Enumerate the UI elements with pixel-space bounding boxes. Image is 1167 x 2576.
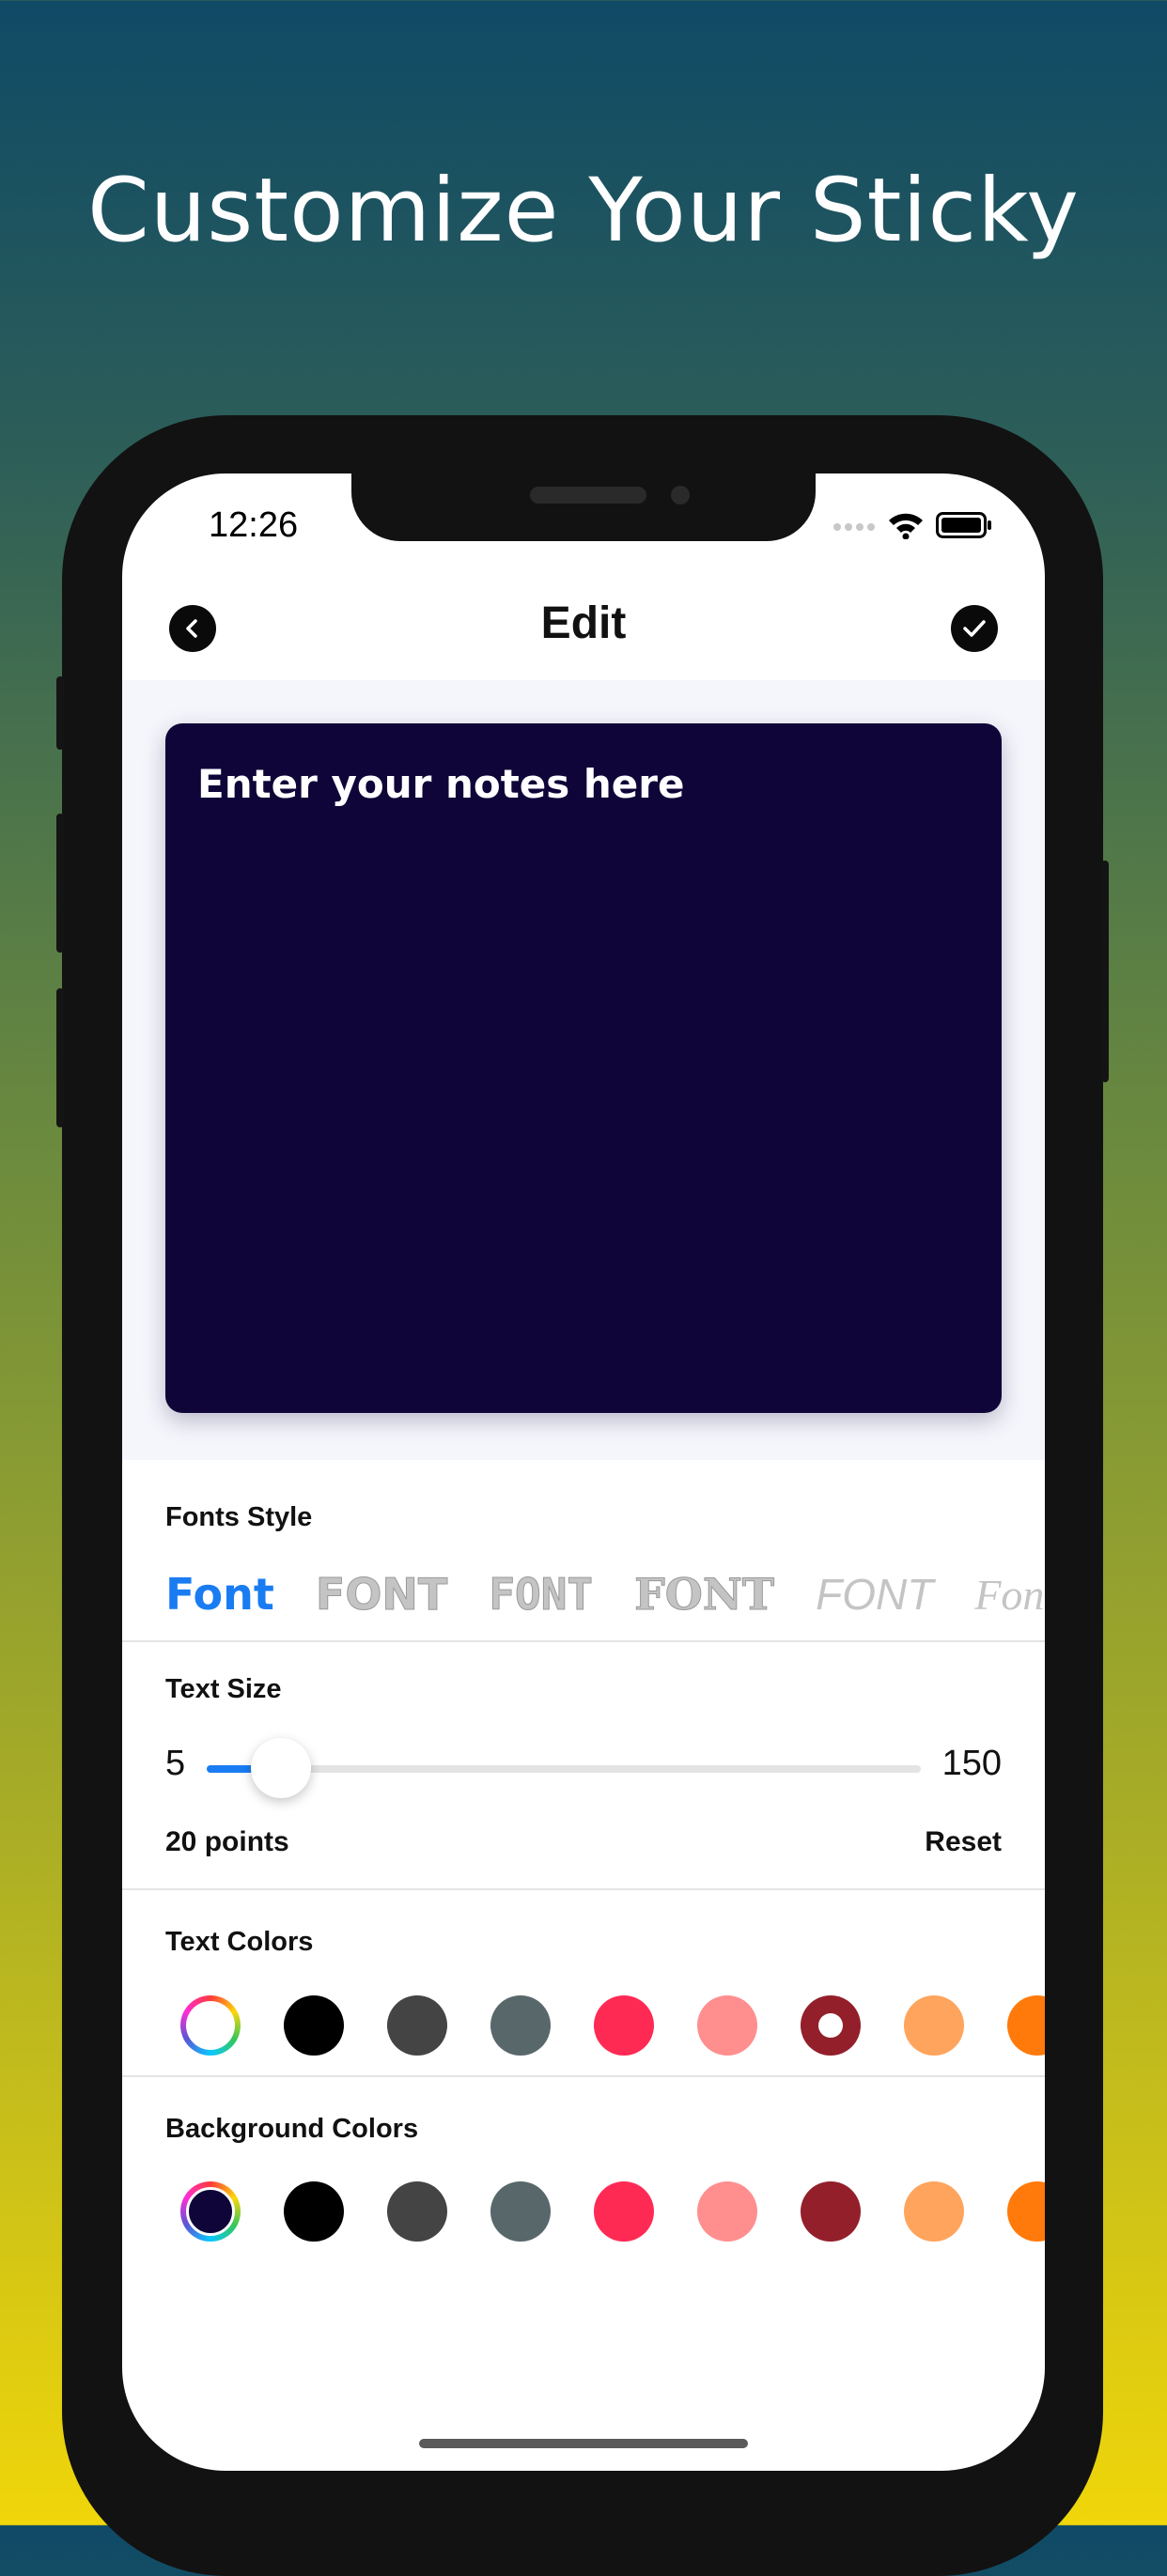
speaker-grille — [530, 487, 646, 504]
volume-down-button — [56, 988, 64, 1127]
selected-indicator — [818, 2013, 843, 2038]
color-picker-swatch[interactable] — [180, 1995, 241, 2056]
color-swatch[interactable] — [284, 2181, 344, 2242]
power-button — [1101, 861, 1109, 1082]
volume-up-button — [56, 814, 64, 953]
color-swatch[interactable] — [1007, 1995, 1045, 2056]
color-swatch[interactable] — [490, 2181, 551, 2242]
phone-screen: 12:26 Edit Enter your notes here Fonts S… — [122, 473, 1045, 2471]
slider-thumb[interactable] — [250, 1738, 311, 1798]
background-colors-label: Background Colors — [165, 2114, 419, 2144]
color-swatch[interactable] — [697, 1995, 757, 2056]
color-swatch[interactable] — [387, 1995, 447, 2056]
font-option[interactable]: Font — [165, 1569, 274, 1620]
section-divider — [122, 1888, 1045, 1890]
front-camera — [671, 486, 690, 504]
done-button[interactable] — [951, 605, 998, 652]
home-indicator — [419, 2439, 748, 2448]
font-options-row[interactable]: Font FONT FONT FONT FONT Fon — [165, 1561, 1045, 1627]
slider-max-label: 150 — [941, 1744, 1002, 1783]
font-option[interactable]: FONT — [816, 1569, 933, 1620]
font-option[interactable]: FONT — [634, 1569, 775, 1621]
mute-switch — [56, 676, 64, 750]
color-swatch[interactable] — [801, 1995, 861, 2056]
slider-min-label: 5 — [165, 1744, 186, 1783]
status-icons — [832, 511, 992, 539]
status-time: 12:26 — [209, 505, 299, 545]
color-swatch[interactable] — [904, 2181, 964, 2242]
text-size-label: Text Size — [165, 1674, 282, 1704]
sticky-note-card[interactable]: Enter your notes here — [165, 723, 1002, 1413]
color-swatch[interactable] — [490, 1995, 551, 2056]
color-swatch[interactable] — [594, 1995, 654, 2056]
text-color-swatches — [180, 1995, 1045, 2056]
text-size-slider[interactable] — [207, 1738, 921, 1798]
text-size-value: 20 points — [165, 1826, 289, 1857]
cellular-signal-icon — [833, 523, 875, 531]
color-swatch[interactable] — [1007, 2181, 1045, 2242]
page-title: Edit — [540, 598, 627, 648]
background-color-swatches — [180, 2181, 1045, 2242]
font-option[interactable]: FONT — [489, 1569, 594, 1621]
color-swatch[interactable] — [801, 2181, 861, 2242]
section-divider — [122, 1640, 1045, 1642]
navigation-bar: Edit — [122, 577, 1045, 678]
font-option[interactable]: FONT — [315, 1569, 447, 1621]
color-picker-center — [186, 2187, 235, 2236]
font-option[interactable]: Fon — [974, 1570, 1044, 1620]
wifi-icon — [889, 513, 923, 539]
text-colors-label: Text Colors — [165, 1927, 314, 1957]
note-preview-area: Enter your notes here — [122, 680, 1045, 1460]
note-text-input[interactable]: Enter your notes here — [197, 761, 684, 807]
checkmark-icon — [963, 620, 986, 637]
color-swatch[interactable] — [904, 1995, 964, 2056]
reset-button[interactable]: Reset — [925, 1826, 1002, 1858]
color-swatch[interactable] — [697, 2181, 757, 2242]
color-picker-swatch[interactable] — [180, 2181, 241, 2242]
promo-headline: Customize Your Sticky — [87, 160, 1080, 262]
color-swatch[interactable] — [387, 2181, 447, 2242]
color-swatch[interactable] — [594, 2181, 654, 2242]
color-swatch[interactable] — [284, 1995, 344, 2056]
section-divider — [122, 2075, 1045, 2077]
battery-icon — [936, 512, 991, 538]
color-picker-center — [186, 2001, 235, 2050]
notch — [351, 473, 816, 541]
fonts-style-label: Fonts Style — [165, 1502, 313, 1532]
